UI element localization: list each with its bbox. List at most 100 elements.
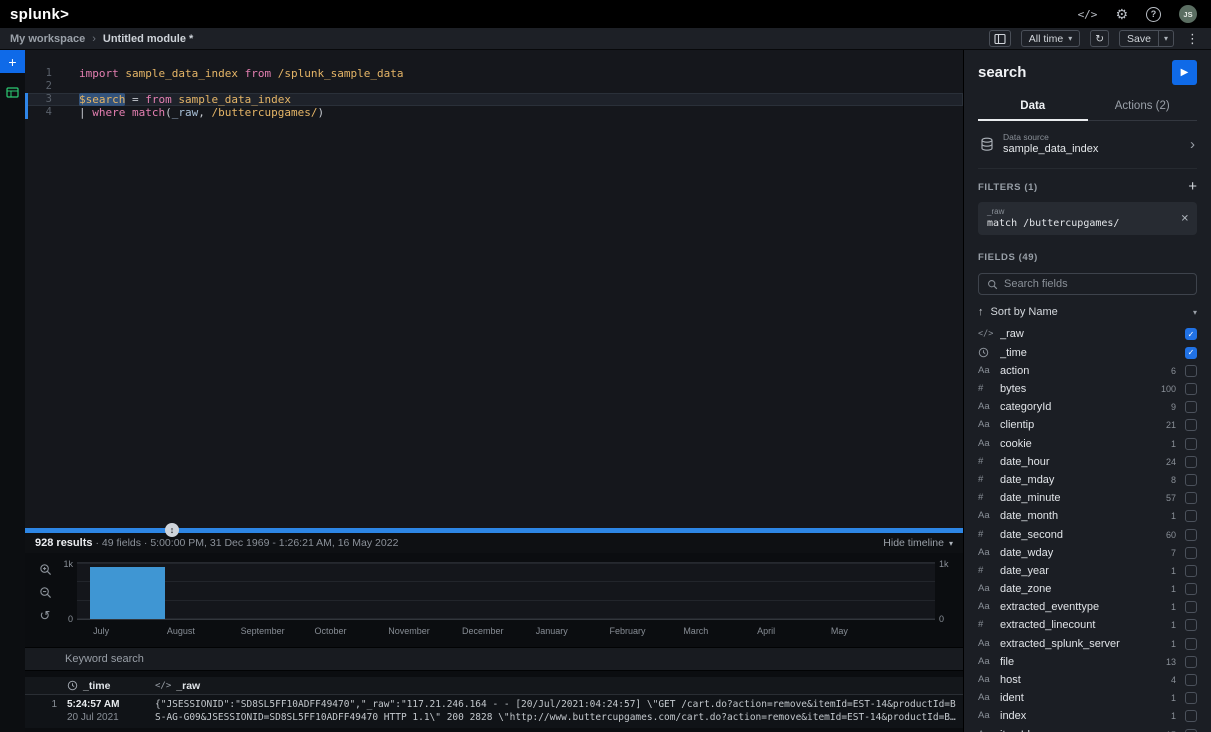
field-name: extracted_linecount (1000, 619, 1171, 631)
number-field-icon: # (978, 456, 1000, 468)
field-row-date_second[interactable]: #date_second60 (978, 525, 1197, 543)
field-checkbox[interactable] (1185, 383, 1197, 395)
field-checkbox[interactable] (1185, 638, 1197, 650)
fields-search-input[interactable] (1004, 278, 1188, 290)
field-row-ident[interactable]: Aaident1 (978, 689, 1197, 707)
field-row-extracted_splunk_server[interactable]: Aaextracted_splunk_server1 (978, 635, 1197, 653)
refresh-button[interactable]: ↻ (1090, 30, 1109, 47)
field-row-date_zone[interactable]: Aadate_zone1 (978, 580, 1197, 598)
sort-control[interactable]: ↑ Sort by Name ▾ (978, 306, 1197, 318)
field-row-extracted_eventtype[interactable]: Aaextracted_eventtype1 (978, 598, 1197, 616)
gear-icon[interactable]: ⚙ (1115, 6, 1128, 23)
code-icon: </> (155, 681, 171, 691)
add-module-button[interactable]: + (0, 50, 25, 73)
code-line-3[interactable]: 3$search = from sample_data_index (25, 93, 963, 106)
field-checkbox[interactable] (1185, 419, 1197, 431)
month-label: October (314, 626, 346, 636)
data-node-icon[interactable] (6, 86, 19, 99)
filter-field: _raw (987, 207, 1173, 216)
field-checkbox[interactable] (1185, 656, 1197, 668)
field-row-date_hour[interactable]: #date_hour24 (978, 453, 1197, 471)
code-editor[interactable]: 1import sample_data_index from /splunk_s… (25, 50, 963, 528)
breadcrumb-module: Untitled module * (103, 33, 193, 45)
field-checkbox[interactable] (1185, 583, 1197, 595)
timeline-plot[interactable] (77, 562, 935, 620)
more-options-button[interactable]: ⋮ (1184, 31, 1201, 47)
undo-zoom-button[interactable]: ↺ (40, 609, 51, 622)
field-row-bytes[interactable]: #bytes100 (978, 380, 1197, 398)
time-range-label: All time (1029, 33, 1063, 45)
field-row-date_mday[interactable]: #date_mday8 (978, 471, 1197, 489)
field-checkbox[interactable] (1185, 510, 1197, 522)
field-row-date_minute[interactable]: #date_minute57 (978, 489, 1197, 507)
field-row-action[interactable]: Aaaction6 (978, 362, 1197, 380)
field-row-cookie[interactable]: Aacookie1 (978, 435, 1197, 453)
text-field-icon: Aa (978, 547, 1000, 559)
layout-toggle-button[interactable] (989, 30, 1011, 47)
field-checkbox[interactable] (1185, 601, 1197, 613)
event-row[interactable]: 15:24:57 AM20 Jul 2021{"JSESSIONID":"SD8… (25, 695, 963, 728)
field-row-extracted_linecount[interactable]: #extracted_linecount1 (978, 616, 1197, 634)
save-options-button[interactable]: ▾ (1159, 30, 1174, 47)
hide-timeline-button[interactable]: Hide timeline ▾ (883, 537, 953, 549)
field-row-date_wday[interactable]: Aadate_wday7 (978, 544, 1197, 562)
field-row-date_year[interactable]: #date_year1 (978, 562, 1197, 580)
code-view-icon[interactable]: </> (1078, 8, 1098, 21)
field-checkbox[interactable]: ✓ (1185, 347, 1197, 359)
field-row-_time[interactable]: _time✓ (978, 344, 1197, 362)
code-line-2[interactable]: 2 (25, 80, 963, 93)
timeline-bar[interactable] (90, 567, 165, 619)
tab-actions-2[interactable]: Actions (2) (1088, 94, 1198, 120)
field-row-host[interactable]: Aahost4 (978, 671, 1197, 689)
remove-filter-icon[interactable]: ✕ (1181, 213, 1189, 224)
month-label: September (241, 626, 285, 636)
tab-data[interactable]: Data (978, 94, 1088, 120)
field-checkbox[interactable] (1185, 674, 1197, 686)
data-source-card[interactable]: Data source sample_data_index › (978, 121, 1197, 169)
field-checkbox[interactable] (1185, 547, 1197, 559)
field-checkbox[interactable]: ✓ (1185, 328, 1197, 340)
filter-chip[interactable]: _rawmatch /buttercupgames/✕ (978, 202, 1197, 235)
add-filter-button[interactable]: + (1188, 181, 1197, 193)
field-row-clientip[interactable]: Aaclientip21 (978, 416, 1197, 434)
number-field-icon: # (978, 474, 1000, 486)
chevron-down-icon: ▾ (1068, 34, 1072, 43)
chevron-right-icon: › (92, 33, 96, 45)
chevron-down-icon[interactable]: ▾ (1193, 308, 1197, 317)
field-checkbox[interactable] (1185, 492, 1197, 504)
filter-chips: _rawmatch /buttercupgames/✕ (978, 202, 1197, 235)
code-line-1[interactable]: 1import sample_data_index from /splunk_s… (25, 67, 963, 80)
help-icon[interactable]: ? (1146, 7, 1161, 22)
field-row-categoryId[interactable]: AacategoryId9 (978, 398, 1197, 416)
raw-column-header[interactable]: </> _raw (151, 680, 963, 692)
field-checkbox[interactable] (1185, 619, 1197, 631)
field-row-index[interactable]: Aaindex1 (978, 707, 1197, 725)
save-button[interactable]: Save (1119, 30, 1159, 47)
field-checkbox[interactable] (1185, 529, 1197, 541)
time-column-header[interactable]: _time (67, 680, 151, 692)
field-checkbox[interactable] (1185, 456, 1197, 468)
run-button[interactable]: ▶ (1172, 60, 1197, 85)
field-checkbox[interactable] (1185, 474, 1197, 486)
field-row-date_month[interactable]: Aadate_month1 (978, 507, 1197, 525)
results-header: 928 results · 49 fields · 5:00:00 PM, 31… (25, 533, 963, 553)
keyword-search-input[interactable] (65, 653, 604, 665)
avatar[interactable]: JS (1179, 5, 1197, 23)
field-row-itemId[interactable]: AaitemId15 (978, 726, 1197, 732)
field-checkbox[interactable] (1185, 365, 1197, 377)
field-checkbox[interactable] (1185, 401, 1197, 413)
field-checkbox[interactable] (1185, 692, 1197, 704)
zoom-out-button[interactable] (39, 586, 52, 599)
resize-handle-icon[interactable]: ↕ (165, 523, 179, 537)
code-line-4[interactable]: 4| where match(_raw, /buttercupgames/) (25, 106, 963, 119)
time-range-dropdown[interactable]: All time ▾ (1021, 30, 1080, 47)
zoom-in-button[interactable] (39, 563, 52, 576)
field-checkbox[interactable] (1185, 438, 1197, 450)
field-checkbox[interactable] (1185, 565, 1197, 577)
field-checkbox[interactable] (1185, 729, 1197, 732)
breadcrumb-workspace[interactable]: My workspace (10, 33, 85, 45)
field-checkbox[interactable] (1185, 710, 1197, 722)
field-row-file[interactable]: Aafile13 (978, 653, 1197, 671)
field-row-_raw[interactable]: </>_raw✓ (978, 325, 1197, 343)
split-divider[interactable]: ↕ (25, 528, 963, 533)
